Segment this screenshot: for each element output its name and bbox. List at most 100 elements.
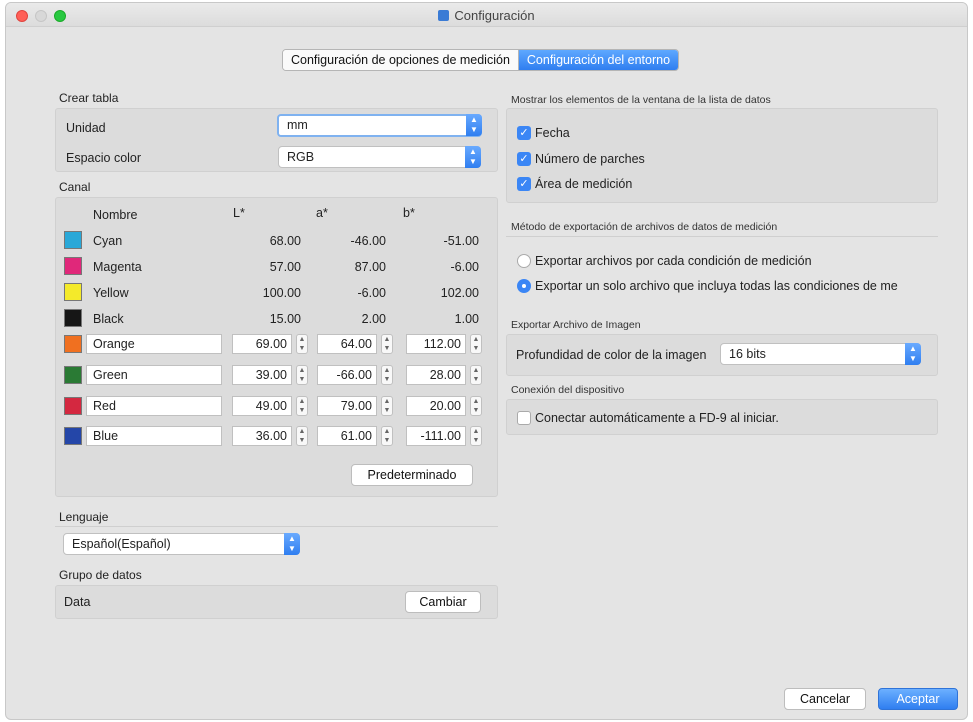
tab-bar: Configuración de opciones de medición Co… [282, 49, 680, 71]
swatch-black [64, 309, 82, 327]
lenguaje-select[interactable]: Español(Español) ▲ ▼ [63, 533, 300, 555]
export-per-condition-radio[interactable] [517, 254, 531, 268]
channel-name-input-green[interactable]: Green [86, 365, 222, 385]
stepper-a-orange[interactable]: ▲ ▼ [381, 334, 393, 354]
channel-b-black: 1.00 [454, 312, 479, 326]
channel-b-input-blue[interactable]: -111.00 [406, 426, 466, 446]
settings-window: Configuración Configuración de opciones … [5, 2, 968, 720]
lenguaje-heading: Lenguaje [59, 510, 109, 524]
crear-tabla-heading: Crear tabla [59, 91, 119, 105]
stepper-b-green[interactable]: ▲ ▼ [470, 365, 482, 385]
col-header-b: b* [403, 206, 415, 220]
cambiar-button[interactable]: Cambiar [405, 591, 481, 613]
chevron-updown-icon: ▲ ▼ [465, 146, 481, 168]
unidad-value: mm [287, 118, 308, 132]
auto-connect-checkbox[interactable] [517, 411, 531, 425]
depth-select[interactable]: 16 bits ▲ ▼ [720, 343, 921, 365]
tab-measurement-options[interactable]: Configuración de opciones de medición [283, 50, 519, 70]
stepper-b-orange[interactable]: ▲ ▼ [470, 334, 482, 354]
area-medicion-checkbox[interactable]: ✓ [517, 177, 531, 191]
swatch-red[interactable] [64, 397, 82, 415]
channel-name-magenta: Magenta [93, 260, 142, 274]
numero-parches-checkbox[interactable]: ✓ [517, 152, 531, 166]
channel-name-input-orange[interactable]: Orange [86, 334, 222, 354]
channel-name-input-blue[interactable]: Blue [86, 426, 222, 446]
col-header-a: a* [316, 206, 328, 220]
checkmark-icon: ✓ [519, 178, 529, 190]
export-single-file-radio[interactable] [517, 279, 531, 293]
channel-a-input-red[interactable]: 79.00 [317, 396, 377, 416]
channel-name-yellow: Yellow [93, 286, 129, 300]
numero-parches-label: Número de parches [535, 152, 645, 166]
export-single-file-label: Exportar un solo archivo que incluya tod… [535, 279, 898, 293]
accept-button[interactable]: Aceptar [878, 688, 958, 710]
unidad-label: Unidad [66, 121, 106, 135]
depth-value: 16 bits [729, 347, 766, 361]
swatch-blue[interactable] [64, 427, 82, 445]
window-title: Configuración [6, 8, 967, 23]
predeterminado-button[interactable]: Predeterminado [351, 464, 473, 486]
espacio-color-value: RGB [287, 150, 315, 164]
swatch-magenta [64, 257, 82, 275]
canal-heading: Canal [59, 180, 91, 194]
channel-l-yellow: 100.00 [262, 286, 301, 300]
channel-l-input-orange[interactable]: 69.00 [232, 334, 292, 354]
tab-environment[interactable]: Configuración del entorno [518, 50, 679, 70]
auto-connect-label: Conectar automáticamente a FD-9 al inici… [535, 411, 779, 425]
depth-label: Profundidad de color de la imagen [516, 348, 707, 362]
channel-b-magenta: -6.00 [450, 260, 480, 274]
col-header-l: L* [233, 206, 245, 220]
channel-a-magenta: 87.00 [354, 260, 386, 274]
stepper-a-blue[interactable]: ▲ ▼ [381, 426, 393, 446]
chevron-updown-icon: ▲ ▼ [284, 533, 300, 555]
channel-b-input-orange[interactable]: 112.00 [406, 334, 466, 354]
chevron-updown-icon: ▲ ▼ [905, 343, 921, 365]
export-per-condition-label: Exportar archivos por cada condición de … [535, 254, 812, 268]
swatch-green[interactable] [64, 366, 82, 384]
divider [506, 236, 938, 237]
espacio-color-label: Espacio color [66, 151, 142, 165]
channel-b-input-red[interactable]: 20.00 [406, 396, 466, 416]
channel-l-input-green[interactable]: 39.00 [232, 365, 292, 385]
export-method-heading: Método de exportación de archivos de dat… [511, 221, 778, 233]
stepper-a-red[interactable]: ▲ ▼ [381, 396, 393, 416]
checkmark-icon: ✓ [519, 127, 529, 139]
swatch-orange[interactable] [64, 335, 82, 353]
stepper-l-green[interactable]: ▲ ▼ [296, 365, 308, 385]
cancel-button[interactable]: Cancelar [784, 688, 866, 710]
espacio-color-select[interactable]: RGB ▲ ▼ [278, 146, 481, 168]
app-icon [438, 10, 450, 21]
grupo-datos-heading: Grupo de datos [59, 568, 142, 582]
export-image-heading: Exportar Archivo de Imagen [511, 319, 641, 331]
channel-l-cyan: 68.00 [269, 234, 301, 248]
channel-name-input-red[interactable]: Red [86, 396, 222, 416]
channel-l-input-blue[interactable]: 36.00 [232, 426, 292, 446]
channel-a-input-orange[interactable]: 64.00 [317, 334, 377, 354]
stepper-a-green[interactable]: ▲ ▼ [381, 365, 393, 385]
channel-a-input-blue[interactable]: 61.00 [317, 426, 377, 446]
mostrar-heading: Mostrar los elementos de la ventana de l… [511, 94, 771, 106]
unidad-select[interactable]: mm ▲ ▼ [277, 114, 482, 137]
stepper-l-red[interactable]: ▲ ▼ [296, 396, 308, 416]
area-medicion-label: Área de medición [535, 177, 633, 191]
stepper-l-blue[interactable]: ▲ ▼ [296, 426, 308, 446]
divider [55, 526, 498, 527]
stepper-l-orange[interactable]: ▲ ▼ [296, 334, 308, 354]
channel-name-black: Black [93, 312, 124, 326]
device-heading: Conexión del dispositivo [511, 384, 625, 396]
stepper-b-red[interactable]: ▲ ▼ [470, 396, 482, 416]
channel-b-input-green[interactable]: 28.00 [406, 365, 466, 385]
channel-l-input-red[interactable]: 49.00 [232, 396, 292, 416]
channel-l-black: 15.00 [269, 312, 301, 326]
lenguaje-value: Español(Español) [72, 537, 171, 551]
fecha-checkbox[interactable]: ✓ [517, 126, 531, 140]
swatch-yellow [64, 283, 82, 301]
channel-a-input-green[interactable]: -66.00 [317, 365, 377, 385]
stepper-b-blue[interactable]: ▲ ▼ [470, 426, 482, 446]
col-header-nombre: Nombre [93, 208, 138, 222]
channel-l-magenta: 57.00 [269, 260, 301, 274]
channel-b-yellow: 102.00 [440, 286, 479, 300]
grupo-datos-value: Data [64, 595, 91, 609]
channel-a-yellow: -6.00 [357, 286, 387, 300]
channel-a-black: 2.00 [361, 312, 386, 326]
